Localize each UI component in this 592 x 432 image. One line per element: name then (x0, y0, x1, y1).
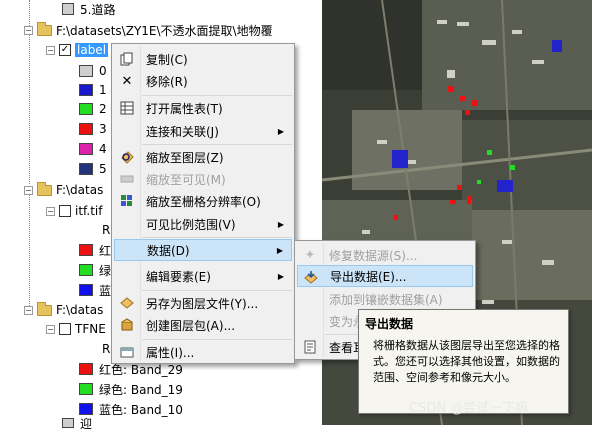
menu-item-zoom-to-raster-resolution[interactable]: 缩放至栅格分辨率(O) (114, 190, 292, 212)
menu-item-open-attribute-table[interactable]: 打开属性表(T) (114, 97, 292, 119)
band-swatch (79, 264, 93, 276)
legend-swatch (79, 143, 93, 155)
legend-item: 3 (79, 120, 107, 138)
folder-icon (37, 301, 52, 316)
legend-item: 4 (79, 140, 107, 158)
layer-name: itf.tif (75, 204, 103, 218)
legend-item: 0 (79, 62, 107, 80)
submenu-arrow-icon: ▶ (276, 245, 283, 255)
menu-item-zoom-to-layer[interactable]: 缩放至图层(Z) (114, 146, 292, 168)
band-item: 绿 (79, 261, 111, 279)
submenu-item-export-data[interactable]: 导出数据(E)... (297, 265, 473, 287)
submenu-arrow-icon: ▶ (277, 126, 284, 136)
menu-item-copy[interactable]: 复制(C) (114, 48, 292, 70)
zoom-layer-icon (119, 149, 135, 165)
metadata-icon (302, 339, 318, 355)
menu-item-properties[interactable]: 属性(I)... (114, 341, 292, 363)
remove-icon: ✕ (121, 73, 133, 89)
properties-icon (119, 344, 135, 360)
context-menu: 复制(C) ✕ 移除(R) 打开属性表(T) 连接和关联(J) ▶ 缩放至图层(… (111, 43, 295, 364)
menu-item-edit-features[interactable]: 编辑要素(E) ▶ (114, 265, 292, 287)
visibility-checkbox[interactable]: ✓ (59, 44, 71, 56)
layer-name[interactable]: label (75, 43, 109, 57)
group-path: F:\datas (56, 183, 104, 197)
band-label: 绿色: Band_19 (99, 382, 183, 397)
tooltip-body: 将栅格数据从该图层导出至您选择的格式。您还可以选择其他设置，如数据的范围、空间参… (373, 339, 560, 384)
band-label: 蓝色: Band_10 (99, 402, 183, 417)
legend-value: 5 (99, 162, 107, 176)
group-path: F:\datas (56, 303, 104, 317)
band-label: 红 (99, 243, 112, 258)
layer-file-icon (119, 295, 135, 311)
legend-swatch (79, 163, 93, 175)
menu-item-remove[interactable]: ✕ 移除(R) (114, 70, 292, 92)
legend-swatch (79, 123, 93, 135)
zoom-raster-icon (119, 193, 135, 209)
folder-icon (37, 21, 52, 36)
band-item: 红 (79, 241, 111, 259)
band-label: 绿 (99, 263, 112, 278)
repair-icon: ✦ (304, 247, 316, 263)
menu-item-visible-scale-range[interactable]: 可见比例范围(V) ▶ (114, 213, 292, 235)
submenu-item-repair-data-source[interactable]: ✦ 修复数据源(S)... (297, 244, 473, 266)
toc-layer-label[interactable]: − ✓ label (46, 41, 109, 59)
toc-layer-road[interactable]: 5.道路 (62, 0, 115, 18)
collapse-icon[interactable]: − (46, 206, 55, 216)
toc-group-3[interactable]: − F:\datas (24, 301, 103, 319)
legend-item: 5 (79, 160, 107, 178)
legend-item: 1 (79, 81, 107, 99)
legend-value: 0 (99, 64, 107, 78)
menu-item-joins-relates[interactable]: 连接和关联(J) ▶ (114, 120, 292, 142)
collapse-icon[interactable]: − (46, 45, 55, 55)
submenu-item-add-to-mosaic[interactable]: 添加到镶嵌数据集(A) (297, 288, 473, 310)
folder-icon (37, 181, 52, 196)
submenu-arrow-icon: ▶ (277, 271, 284, 281)
rgb-label: R (102, 342, 111, 356)
legend-value: 4 (99, 142, 107, 156)
visibility-checkbox[interactable] (59, 323, 71, 335)
band-swatch (79, 383, 93, 395)
legend-item: 2 (79, 100, 107, 118)
legend-swatch (79, 103, 93, 115)
table-icon (119, 100, 135, 116)
legend-swatch (79, 84, 93, 96)
collapse-icon[interactable]: − (46, 324, 55, 334)
watermark: CSDN @尝试一下嘛 (409, 401, 529, 416)
visibility-checkbox[interactable] (59, 205, 71, 217)
menu-item-create-layer-package[interactable]: 创建图层包(A)... (114, 314, 292, 336)
menu-item-save-as-layer-file[interactable]: 另存为图层文件(Y)... (114, 292, 292, 314)
band-swatch (79, 284, 93, 296)
legend-value: 1 (99, 83, 107, 97)
band-item: 绿色: Band_19 (79, 380, 183, 398)
copy-icon (119, 51, 135, 67)
export-data-icon (303, 269, 319, 285)
band-swatch (79, 363, 93, 375)
toc-group-1[interactable]: − F:\datasets\ZY1E\不透水面提取\地物覆 (24, 21, 273, 39)
menu-item-zoom-to-visible[interactable]: 缩放至可见(M) (114, 168, 292, 190)
toc-group-2[interactable]: − F:\datas (24, 181, 103, 199)
layer-package-icon (119, 317, 135, 333)
zoom-visible-icon (119, 171, 135, 187)
toc-layer-tfne[interactable]: − TFNE (46, 320, 106, 338)
layer-name: TFNE (75, 322, 106, 336)
toc-partial-item: 迎 (62, 414, 92, 432)
toc-layer-itf[interactable]: − itf.tif (46, 202, 102, 220)
collapse-icon[interactable]: − (24, 25, 33, 35)
band-item: 蓝色: Band_10 (79, 400, 183, 418)
rgb-label: R (102, 223, 111, 237)
collapse-icon[interactable]: − (24, 185, 33, 195)
tooltip-title: 导出数据 (365, 317, 414, 331)
legend-swatch (62, 3, 74, 15)
band-label: 蓝 (99, 283, 112, 298)
collapse-icon[interactable]: − (24, 305, 33, 315)
legend-value: 3 (99, 122, 107, 136)
legend-value: 2 (99, 102, 107, 116)
legend-swatch (79, 65, 93, 77)
band-item: 蓝 (79, 281, 111, 299)
group-path: F:\datasets\ZY1E\不透水面提取\地物覆 (56, 23, 273, 38)
band-swatch (79, 244, 93, 256)
layer-name: 5.道路 (80, 2, 116, 17)
menu-item-data[interactable]: 数据(D) ▶ (114, 239, 292, 261)
submenu-arrow-icon: ▶ (277, 219, 284, 229)
